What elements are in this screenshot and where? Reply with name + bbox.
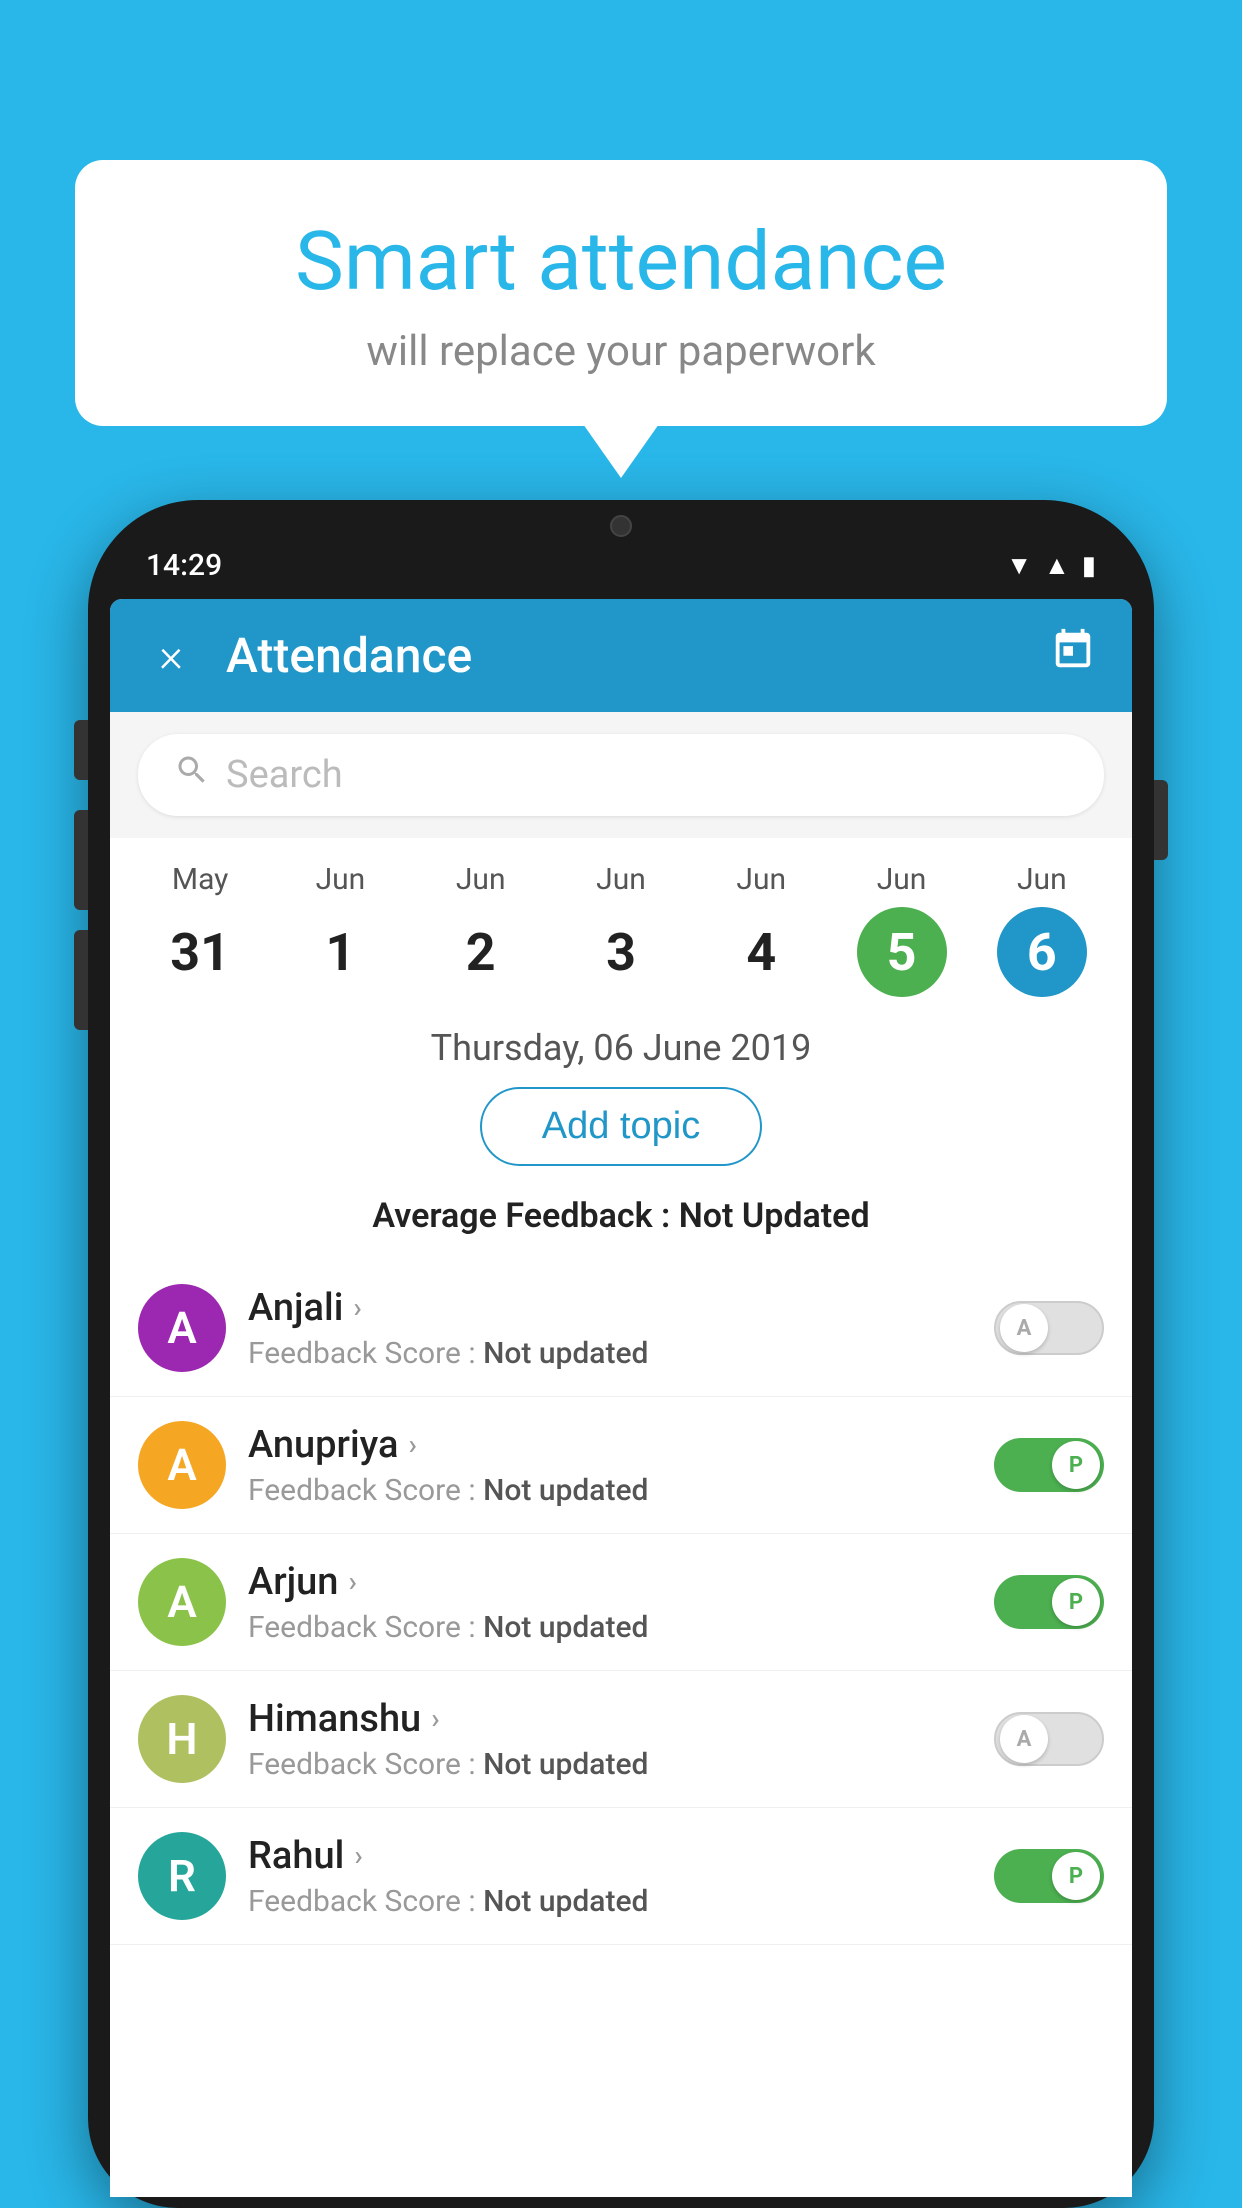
- cal-num-5[interactable]: 5: [857, 907, 947, 997]
- search-bar: Search: [110, 712, 1132, 838]
- student-list: AAnjali ›Feedback Score : Not updatedAAA…: [110, 1260, 1132, 1945]
- calendar-day-3[interactable]: Jun 3: [561, 862, 681, 997]
- speech-bubble: Smart attendance will replace your paper…: [75, 160, 1167, 426]
- status-time: 14:29: [146, 548, 222, 583]
- app-header: × Attendance: [110, 599, 1132, 712]
- toggle-knob-0: A: [1000, 1304, 1048, 1352]
- toggle-wrap-3[interactable]: A: [994, 1712, 1104, 1766]
- feedback-score-3: Feedback Score : Not updated: [248, 1747, 972, 1782]
- toggle-wrap-4[interactable]: P: [994, 1849, 1104, 1903]
- feedback-score-4: Feedback Score : Not updated: [248, 1884, 972, 1919]
- add-topic-button[interactable]: Add topic: [480, 1087, 762, 1166]
- feedback-score-2: Feedback Score : Not updated: [248, 1610, 972, 1645]
- avg-feedback-label: Average Feedback :: [372, 1196, 678, 1236]
- chevron-icon-4: ›: [354, 1839, 362, 1872]
- speech-subtitle: will replace your paperwork: [135, 327, 1107, 376]
- avatar-4: R: [138, 1832, 226, 1920]
- cal-num-0[interactable]: 31: [155, 907, 245, 997]
- mute-button: [74, 720, 88, 780]
- power-button: [1154, 780, 1168, 860]
- calendar-icon[interactable]: [1050, 627, 1096, 684]
- cal-month-1: Jun: [316, 862, 366, 897]
- toggle-knob-1: P: [1052, 1441, 1100, 1489]
- calendar-day-6[interactable]: Jun 6: [982, 862, 1102, 997]
- cal-num-3[interactable]: 3: [576, 907, 666, 997]
- header-title: Attendance: [226, 627, 1020, 684]
- student-info-3: Himanshu › Feedback Score : Not updated: [248, 1697, 972, 1782]
- toggle-knob-3: A: [1000, 1715, 1048, 1763]
- student-name-4: Rahul ›: [248, 1834, 972, 1878]
- cal-num-2[interactable]: 2: [436, 907, 526, 997]
- attendance-toggle-3[interactable]: A: [994, 1712, 1104, 1766]
- phone-mockup: 14:29 ▼ ▲ ▮ × Attendance: [88, 500, 1154, 2208]
- student-item-1[interactable]: A Anupriya › Feedback Score : Not updated P: [110, 1397, 1132, 1534]
- chevron-icon-2: ›: [348, 1565, 356, 1598]
- calendar-day-5[interactable]: Jun 5: [842, 862, 962, 997]
- search-input-wrap[interactable]: Search: [138, 734, 1104, 816]
- attendance-toggle-1[interactable]: P: [994, 1438, 1104, 1492]
- cal-month-0: May: [172, 862, 228, 897]
- calendar-strip: May 31 Jun 1 Jun 2 Jun 3 Jun 4 Jun 5 Jun 6: [110, 838, 1132, 1007]
- phone-screen: × Attendance Search May 31 Jun 1 Jun 2 Jun 3 Jun: [110, 599, 1132, 2197]
- student-info-0: Anjali › Feedback Score : Not updated: [248, 1286, 972, 1371]
- student-name-2: Arjun ›: [248, 1560, 972, 1604]
- chevron-icon-3: ›: [431, 1702, 439, 1735]
- date-label: Thursday, 06 June 2019: [110, 1007, 1132, 1083]
- attendance-toggle-0[interactable]: A: [994, 1301, 1104, 1355]
- speech-title: Smart attendance: [135, 215, 1107, 309]
- student-info-4: Rahul › Feedback Score : Not updated: [248, 1834, 972, 1919]
- student-item-4[interactable]: R Rahul › Feedback Score : Not updated P: [110, 1808, 1132, 1945]
- wifi-icon: ▼: [1006, 550, 1032, 581]
- search-icon: [174, 752, 210, 798]
- toggle-wrap-1[interactable]: P: [994, 1438, 1104, 1492]
- calendar-day-4[interactable]: Jun 4: [701, 862, 821, 997]
- signal-icon: ▲: [1044, 550, 1070, 581]
- cal-num-4[interactable]: 4: [716, 907, 806, 997]
- status-bar: 14:29 ▼ ▲ ▮: [110, 530, 1132, 583]
- avatar-2: A: [138, 1558, 226, 1646]
- status-icons: ▼ ▲ ▮: [1006, 550, 1096, 581]
- add-topic-wrap: Add topic: [110, 1083, 1132, 1188]
- cal-month-6: Jun: [1017, 862, 1067, 897]
- cal-num-6[interactable]: 6: [997, 907, 1087, 997]
- cal-num-1[interactable]: 1: [295, 907, 385, 997]
- toggle-wrap-0[interactable]: A: [994, 1301, 1104, 1355]
- avatar-3: H: [138, 1695, 226, 1783]
- close-button[interactable]: ×: [146, 629, 196, 683]
- toggle-knob-4: P: [1052, 1852, 1100, 1900]
- chevron-icon-0: ›: [353, 1291, 361, 1324]
- cal-month-2: Jun: [456, 862, 506, 897]
- student-item-3[interactable]: H Himanshu › Feedback Score : Not updated A: [110, 1671, 1132, 1808]
- search-input[interactable]: Search: [226, 753, 343, 797]
- toggle-wrap-2[interactable]: P: [994, 1575, 1104, 1629]
- volume-up-button: [74, 810, 88, 910]
- avatar-1: A: [138, 1421, 226, 1509]
- avatar-0: A: [138, 1284, 226, 1372]
- cal-month-3: Jun: [596, 862, 646, 897]
- calendar-day-0[interactable]: May 31: [140, 862, 260, 997]
- feedback-score-0: Feedback Score : Not updated: [248, 1336, 972, 1371]
- student-item-0[interactable]: A Anjali › Feedback Score : Not updated A: [110, 1260, 1132, 1397]
- cal-month-4: Jun: [736, 862, 786, 897]
- student-name-1: Anupriya ›: [248, 1423, 972, 1467]
- calendar-day-2[interactable]: Jun 2: [421, 862, 541, 997]
- attendance-toggle-2[interactable]: P: [994, 1575, 1104, 1629]
- camera: [610, 515, 632, 537]
- avg-feedback: Average Feedback : Not Updated: [110, 1188, 1132, 1260]
- student-info-2: Arjun › Feedback Score : Not updated: [248, 1560, 972, 1645]
- chevron-icon-1: ›: [408, 1428, 416, 1461]
- calendar-day-1[interactable]: Jun 1: [280, 862, 400, 997]
- cal-month-5: Jun: [877, 862, 927, 897]
- student-info-1: Anupriya › Feedback Score : Not updated: [248, 1423, 972, 1508]
- student-name-3: Himanshu ›: [248, 1697, 972, 1741]
- student-name-0: Anjali ›: [248, 1286, 972, 1330]
- attendance-toggle-4[interactable]: P: [994, 1849, 1104, 1903]
- avg-feedback-value: Not Updated: [679, 1196, 870, 1236]
- battery-icon: ▮: [1082, 551, 1096, 581]
- toggle-knob-2: P: [1052, 1578, 1100, 1626]
- volume-down-button: [74, 930, 88, 1030]
- notch: [556, 500, 686, 552]
- student-item-2[interactable]: A Arjun › Feedback Score : Not updated P: [110, 1534, 1132, 1671]
- feedback-score-1: Feedback Score : Not updated: [248, 1473, 972, 1508]
